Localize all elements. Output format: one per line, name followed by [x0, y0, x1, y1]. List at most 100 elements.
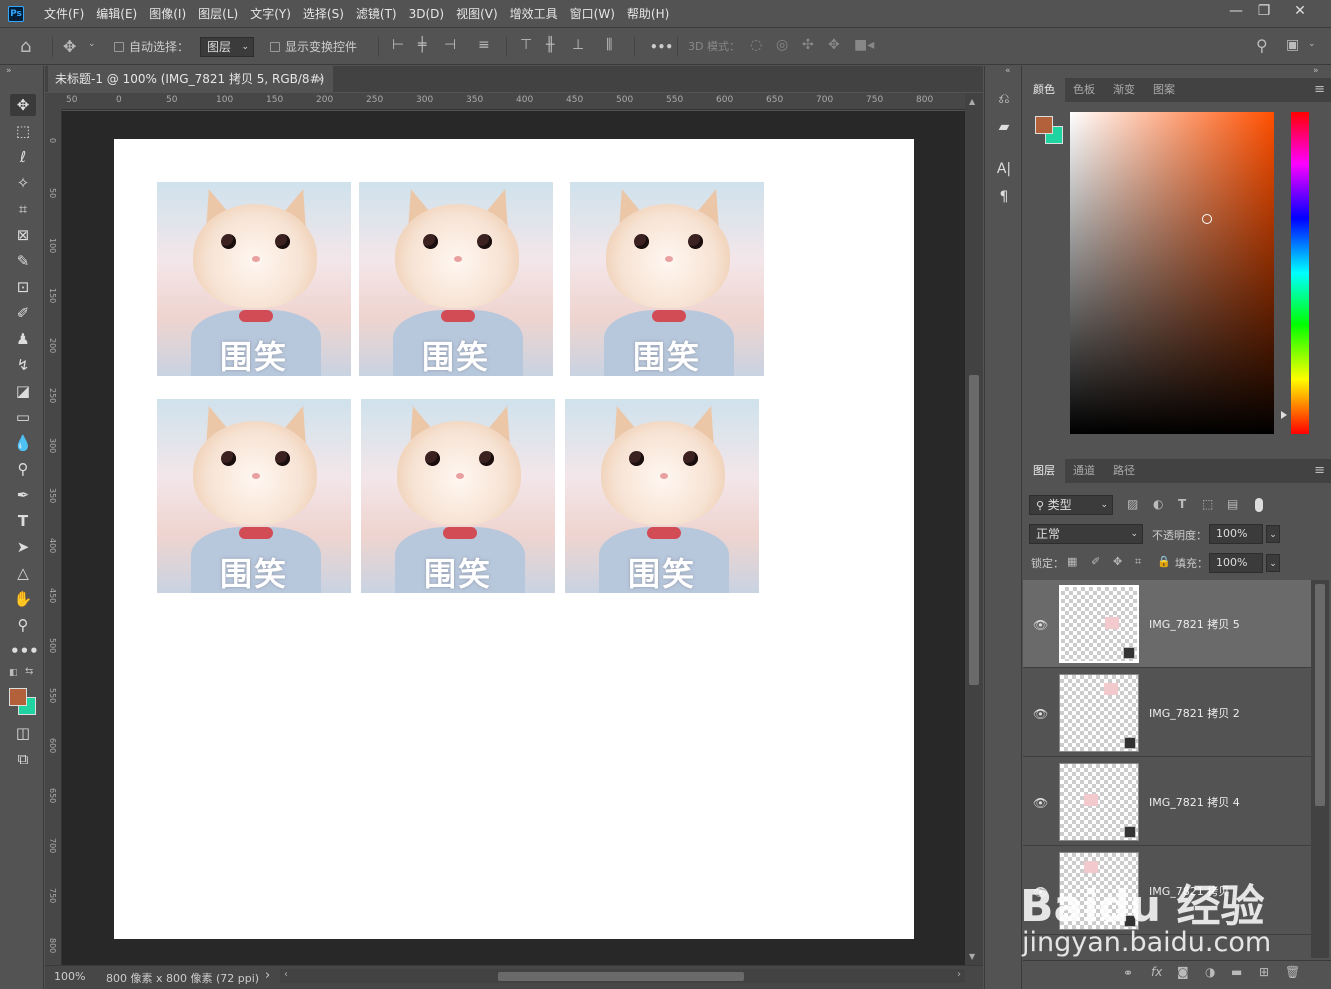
filter-shape-icon[interactable]: ⬚	[1202, 497, 1213, 511]
blur-tool-icon[interactable]: 💧	[10, 432, 36, 454]
mask-icon[interactable]: ◙	[1177, 965, 1189, 979]
move-tool-icon[interactable]: ✥	[10, 94, 36, 116]
type-tool-icon[interactable]: T	[10, 510, 36, 532]
hue-slider-handle[interactable]	[1281, 411, 1287, 419]
layers-scrollbar[interactable]	[1311, 580, 1329, 958]
status-menu-icon[interactable]: ›	[265, 968, 270, 983]
tab-paths[interactable]: 路径	[1103, 459, 1145, 483]
lasso-tool-icon[interactable]: ℓ	[10, 146, 36, 168]
fill-input[interactable]: 100% ⌄	[1209, 553, 1280, 573]
eraser-tool-icon[interactable]: ◪	[10, 380, 36, 402]
filter-adjustment-icon[interactable]: ◐	[1153, 497, 1163, 511]
tab-color[interactable]: 颜色	[1023, 78, 1065, 102]
more-options-button[interactable]: •••	[650, 38, 673, 56]
fx-icon[interactable]: fx	[1151, 965, 1162, 979]
panel-foreground-swatch[interactable]	[1035, 116, 1053, 134]
comments-icon[interactable]: ▰	[993, 116, 1015, 138]
scroll-right-icon[interactable]: ›	[957, 969, 961, 980]
align-vcenter-icon[interactable]: ╫	[546, 37, 554, 53]
close-window-button[interactable]: ✕	[1283, 0, 1317, 22]
cat-image[interactable]: 围笑	[157, 399, 351, 593]
layer-thumbnail[interactable]	[1059, 585, 1139, 663]
lock-paint-icon[interactable]: ✐	[1091, 555, 1100, 568]
target-select[interactable]: 图层 ⌄	[200, 37, 254, 57]
gradient-tool-icon[interactable]: ▭	[10, 406, 36, 428]
magic-wand-tool-icon[interactable]: ✧	[10, 172, 36, 194]
horizontal-scroll-thumb[interactable]	[498, 972, 744, 981]
cat-image[interactable]: 围笑	[570, 182, 764, 376]
layer-filter-select[interactable]: ⚲ 类型 ⌄	[1029, 495, 1113, 515]
align-left-icon[interactable]: ⊢	[392, 37, 404, 53]
home-icon[interactable]: ⌂	[20, 36, 31, 57]
menu-window[interactable]: 窗口(W)	[564, 6, 621, 22]
menu-filter[interactable]: 滤镜(T)	[350, 6, 403, 22]
paragraph-icon[interactable]: ¶	[993, 186, 1015, 208]
tab-channels[interactable]: 通道	[1063, 459, 1105, 483]
layer-row[interactable]: 👁 IMG_7821 拷贝 5	[1023, 580, 1311, 668]
distribute-vertical-icon[interactable]: ⫼	[606, 37, 612, 53]
group-icon[interactable]: ▬	[1231, 965, 1242, 979]
swap-colors-icon[interactable]: ⇆	[25, 666, 33, 677]
lock-transparent-icon[interactable]: ▦	[1067, 555, 1077, 568]
align-bottom-icon[interactable]: ⊥	[572, 37, 584, 53]
3d-camera-icon[interactable]: ■◂	[854, 37, 874, 53]
tab-gradients[interactable]: 渐变	[1103, 78, 1145, 102]
align-right-icon[interactable]: ⊣	[444, 37, 456, 53]
align-hcenter-icon[interactable]: ╪	[418, 37, 426, 53]
history-brush-tool-icon[interactable]: ↯	[10, 354, 36, 376]
collapse-toolbox-icon[interactable]: »	[6, 66, 12, 76]
filter-toggle[interactable]	[1255, 498, 1263, 512]
brush-tool-icon[interactable]: ✐	[10, 302, 36, 324]
layers-scroll-thumb[interactable]	[1315, 584, 1325, 806]
vertical-scroll-thumb[interactable]	[969, 375, 979, 685]
history-icon[interactable]: ⎌	[993, 88, 1015, 110]
menu-help[interactable]: 帮助(H)	[621, 6, 675, 22]
healing-brush-tool-icon[interactable]: ⊡	[10, 276, 36, 298]
dodge-tool-icon[interactable]: ⚲	[10, 458, 36, 480]
document-canvas[interactable]: 围笑 围笑 围笑 围笑 围笑 围笑	[114, 139, 914, 939]
zoom-tool-icon[interactable]: ⚲	[10, 614, 36, 636]
clone-stamp-tool-icon[interactable]: ♟	[10, 328, 36, 350]
opacity-input[interactable]: 100% ⌄	[1209, 524, 1280, 544]
expand-panels-icon[interactable]: »	[1313, 66, 1319, 76]
visibility-eye-icon[interactable]: 👁	[1033, 618, 1048, 632]
zoom-level[interactable]: 100%	[54, 970, 85, 983]
menu-type[interactable]: 文字(Y)	[244, 6, 297, 22]
lock-all-icon[interactable]: 🔒	[1157, 555, 1171, 568]
pen-tool-icon[interactable]: ✒	[10, 484, 36, 506]
default-colors-icon[interactable]: ◧	[9, 668, 18, 678]
adjustment-icon[interactable]: ◑	[1205, 965, 1215, 979]
menu-select[interactable]: 选择(S)	[297, 6, 350, 22]
close-tab-icon[interactable]: ×	[315, 66, 325, 92]
collapse-panels-icon[interactable]: «	[1005, 66, 1011, 76]
workspace-chevron-icon[interactable]: ⌄	[1308, 39, 1316, 49]
menu-plugins[interactable]: 增效工具	[504, 6, 564, 22]
new-layer-icon[interactable]: ⊞	[1259, 965, 1269, 979]
layers-panel-menu-icon[interactable]: ≡	[1314, 463, 1325, 478]
visibility-eye-icon[interactable]: 👁	[1033, 707, 1048, 721]
scroll-left-icon[interactable]: ‹	[284, 969, 288, 980]
layer-name[interactable]: IMG_7821 拷贝 5	[1149, 616, 1240, 632]
layer-thumbnail[interactable]	[1059, 763, 1139, 841]
lock-artboard-icon[interactable]: ⌗	[1135, 555, 1141, 569]
cat-image[interactable]: 围笑	[359, 182, 553, 376]
align-top-icon[interactable]: ⊤	[520, 37, 532, 53]
crop-tool-icon[interactable]: ⌗	[10, 198, 36, 220]
lock-position-icon[interactable]: ✥	[1113, 555, 1122, 568]
color-panel-menu-icon[interactable]: ≡	[1314, 82, 1325, 97]
filter-type-icon[interactable]: T	[1178, 497, 1186, 511]
tab-swatches[interactable]: 色板	[1063, 78, 1105, 102]
character-icon[interactable]: A|	[993, 158, 1015, 180]
show-transform-checkbox[interactable]: 显示变换控件	[270, 38, 357, 56]
3d-pan-icon[interactable]: ✣	[802, 37, 814, 53]
restore-button[interactable]: ❐	[1247, 0, 1281, 22]
3d-orbit-icon[interactable]: ◌	[750, 37, 762, 53]
3d-slide-icon[interactable]: ✥	[828, 37, 840, 53]
layer-row[interactable]: 👁 IMG_7821 拷贝 2	[1023, 669, 1311, 757]
trash-icon[interactable]: 🗑	[1285, 965, 1300, 979]
blend-mode-select[interactable]: 正常 ⌄	[1029, 524, 1143, 544]
color-picker-cursor[interactable]	[1202, 214, 1212, 224]
filter-smart-object-icon[interactable]: ▤	[1227, 497, 1238, 511]
tab-patterns[interactable]: 图案	[1143, 78, 1185, 102]
distribute-icon[interactable]: ≡	[478, 37, 490, 53]
